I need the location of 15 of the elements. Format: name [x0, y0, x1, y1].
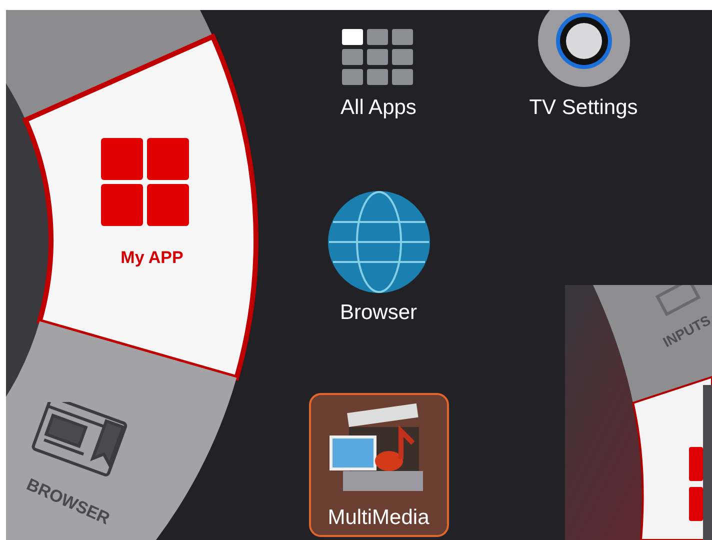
globe-icon	[326, 190, 430, 294]
app-tile[interactable]: Browser	[308, 180, 448, 332]
wheel-segment[interactable]	[593, 285, 712, 403]
app-grid-icon	[101, 138, 191, 228]
app-tile[interactable]: TV Settings	[514, 10, 654, 127]
app-label: All Apps	[340, 95, 416, 121]
focused-app-tile[interactable]: MultiMedia	[308, 393, 448, 537]
wheel-label: My APP	[120, 248, 184, 268]
wheel-segment[interactable]	[6, 321, 237, 540]
knob-icon	[536, 10, 632, 89]
wheel-segment[interactable]	[632, 376, 712, 540]
app-label: MultiMedia	[328, 505, 430, 531]
app-label: Browser	[340, 300, 418, 326]
app-label: TV Settings	[529, 95, 638, 121]
app-tile[interactable]: All Apps	[308, 19, 448, 127]
